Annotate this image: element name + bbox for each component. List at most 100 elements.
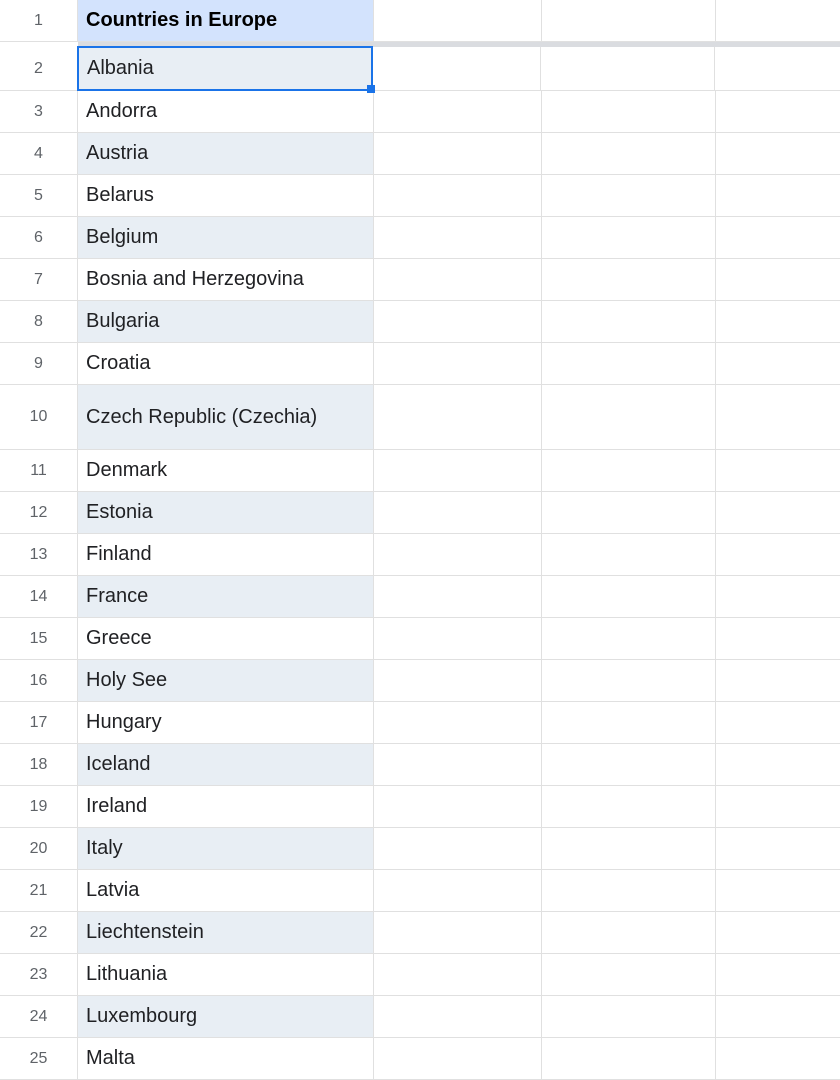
empty-cell[interactable] xyxy=(716,996,840,1037)
empty-cell[interactable] xyxy=(374,828,542,869)
empty-cell[interactable] xyxy=(716,0,840,41)
empty-cell[interactable] xyxy=(542,534,716,575)
empty-cell[interactable] xyxy=(542,702,716,743)
cell-country[interactable]: Hungary xyxy=(78,702,374,743)
empty-cell[interactable] xyxy=(374,492,542,533)
cell-country[interactable]: Bosnia and Herzegovina xyxy=(78,259,374,300)
empty-cell[interactable] xyxy=(716,702,840,743)
row-header[interactable]: 17 xyxy=(0,702,78,743)
row-header[interactable]: 5 xyxy=(0,175,78,216)
empty-cell[interactable] xyxy=(716,492,840,533)
empty-cell[interactable] xyxy=(716,175,840,216)
row-header[interactable]: 10 xyxy=(0,385,78,449)
empty-cell[interactable] xyxy=(716,133,840,174)
row-header[interactable]: 25 xyxy=(0,1038,78,1079)
row-header[interactable]: 3 xyxy=(0,91,78,132)
empty-cell[interactable] xyxy=(542,618,716,659)
empty-cell[interactable] xyxy=(716,217,840,258)
row-header[interactable]: 6 xyxy=(0,217,78,258)
empty-cell[interactable] xyxy=(716,385,840,449)
cell-country[interactable]: Luxembourg xyxy=(78,996,374,1037)
empty-cell[interactable] xyxy=(374,996,542,1037)
row-header[interactable]: 8 xyxy=(0,301,78,342)
empty-cell[interactable] xyxy=(542,576,716,617)
empty-cell[interactable] xyxy=(542,954,716,995)
row-header[interactable]: 23 xyxy=(0,954,78,995)
empty-cell[interactable] xyxy=(374,0,542,41)
empty-cell[interactable] xyxy=(374,301,542,342)
cell-country[interactable]: Denmark xyxy=(78,450,374,491)
cell-country[interactable]: Ireland xyxy=(78,786,374,827)
empty-cell[interactable] xyxy=(716,91,840,132)
row-header[interactable]: 14 xyxy=(0,576,78,617)
empty-cell[interactable] xyxy=(374,133,542,174)
row-header[interactable]: 11 xyxy=(0,450,78,491)
cell-country[interactable]: Andorra xyxy=(78,91,374,132)
empty-cell[interactable] xyxy=(374,1038,542,1079)
empty-cell[interactable] xyxy=(374,576,542,617)
empty-cell[interactable] xyxy=(542,660,716,701)
empty-cell[interactable] xyxy=(542,175,716,216)
empty-cell[interactable] xyxy=(716,660,840,701)
empty-cell[interactable] xyxy=(542,828,716,869)
row-header[interactable]: 19 xyxy=(0,786,78,827)
empty-cell[interactable] xyxy=(542,0,716,41)
empty-cell[interactable] xyxy=(374,702,542,743)
empty-cell[interactable] xyxy=(542,744,716,785)
row-header[interactable]: 7 xyxy=(0,259,78,300)
empty-cell[interactable] xyxy=(542,1038,716,1079)
cell-country[interactable]: Belarus xyxy=(78,175,374,216)
empty-cell[interactable] xyxy=(542,133,716,174)
cell-country[interactable]: Lithuania xyxy=(78,954,374,995)
row-header[interactable]: 4 xyxy=(0,133,78,174)
cell-country[interactable]: Estonia xyxy=(78,492,374,533)
empty-cell[interactable] xyxy=(374,450,542,491)
empty-cell[interactable] xyxy=(715,47,839,90)
empty-cell[interactable] xyxy=(542,786,716,827)
cell-country[interactable]: Liechtenstein xyxy=(78,912,374,953)
cell-country[interactable]: Albania xyxy=(77,46,373,91)
row-header[interactable]: 9 xyxy=(0,343,78,384)
empty-cell[interactable] xyxy=(716,954,840,995)
empty-cell[interactable] xyxy=(716,259,840,300)
empty-cell[interactable] xyxy=(542,259,716,300)
empty-cell[interactable] xyxy=(374,870,542,911)
empty-cell[interactable] xyxy=(542,301,716,342)
empty-cell[interactable] xyxy=(716,343,840,384)
empty-cell[interactable] xyxy=(716,450,840,491)
cell-country[interactable]: Malta xyxy=(78,1038,374,1079)
empty-cell[interactable] xyxy=(716,786,840,827)
row-header[interactable]: 24 xyxy=(0,996,78,1037)
empty-cell[interactable] xyxy=(716,301,840,342)
cell-country[interactable]: Belgium xyxy=(78,217,374,258)
empty-cell[interactable] xyxy=(716,870,840,911)
empty-cell[interactable] xyxy=(716,576,840,617)
row-header[interactable]: 21 xyxy=(0,870,78,911)
empty-cell[interactable] xyxy=(716,912,840,953)
empty-cell[interactable] xyxy=(374,91,542,132)
row-header[interactable]: 12 xyxy=(0,492,78,533)
row-header[interactable]: 22 xyxy=(0,912,78,953)
empty-cell[interactable] xyxy=(542,385,716,449)
cell-country[interactable]: Italy xyxy=(78,828,374,869)
row-header[interactable]: 20 xyxy=(0,828,78,869)
row-header[interactable]: 1 xyxy=(0,0,78,41)
empty-cell[interactable] xyxy=(374,217,542,258)
empty-cell[interactable] xyxy=(374,786,542,827)
row-header[interactable]: 18 xyxy=(0,744,78,785)
cell-country[interactable]: France xyxy=(78,576,374,617)
empty-cell[interactable] xyxy=(716,744,840,785)
empty-cell[interactable] xyxy=(542,870,716,911)
empty-cell[interactable] xyxy=(373,47,541,90)
cell-country[interactable]: Latvia xyxy=(78,870,374,911)
empty-cell[interactable] xyxy=(374,343,542,384)
cell-country[interactable]: Iceland xyxy=(78,744,374,785)
empty-cell[interactable] xyxy=(374,259,542,300)
cell-country[interactable]: Greece xyxy=(78,618,374,659)
row-header[interactable]: 16 xyxy=(0,660,78,701)
empty-cell[interactable] xyxy=(374,744,542,785)
cell-country[interactable]: Finland xyxy=(78,534,374,575)
empty-cell[interactable] xyxy=(541,47,715,90)
header-cell[interactable]: Countries in Europe xyxy=(78,0,374,41)
empty-cell[interactable] xyxy=(542,912,716,953)
